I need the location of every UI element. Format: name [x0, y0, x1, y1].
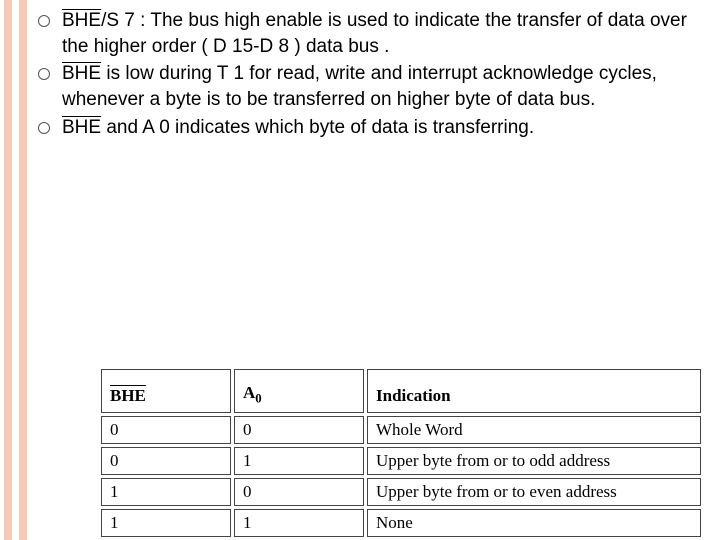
- table-row: 1 0 Upper byte from or to even address: [101, 478, 701, 506]
- slide-content: BHE/S 7 : The bus high enable is used to…: [38, 8, 706, 142]
- decor-bar-left-2: [19, 0, 27, 540]
- header-cell-indication: Indication: [367, 369, 701, 413]
- cell: 1: [101, 509, 231, 537]
- text: is low during T 1 for read, write and in…: [62, 63, 657, 110]
- cell: 0: [234, 416, 364, 444]
- bullet-text: BHE and A 0 indicates which byte of data…: [62, 115, 706, 141]
- bullet-item: BHE/S 7 : The bus high enable is used to…: [38, 8, 706, 59]
- header-cell-bhe: BHE: [101, 369, 231, 413]
- table-row: 0 0 Whole Word: [101, 416, 701, 444]
- header-sub: 0: [255, 391, 261, 405]
- cell: 0: [101, 416, 231, 444]
- header-cell-a0: A0: [234, 369, 364, 413]
- table-row: 1 1 None: [101, 509, 701, 537]
- bullet-text: BHE/S 7 : The bus high enable is used to…: [62, 8, 706, 59]
- bullet-marker-icon: [38, 68, 50, 80]
- table-row: 0 1 Upper byte from or to odd address: [101, 447, 701, 475]
- cell: 1: [234, 447, 364, 475]
- table: BHE A0 Indication 0 0 Whole Word 0 1 Upp…: [98, 366, 704, 540]
- cell: 1: [101, 478, 231, 506]
- overline-text: BHE: [62, 10, 101, 31]
- overline-text: BHE: [62, 117, 101, 138]
- bullet-marker-icon: [38, 122, 50, 134]
- header-text: BHE: [110, 386, 146, 405]
- header-text: A: [243, 383, 255, 402]
- header-text: Indication: [376, 386, 451, 405]
- cell: Upper byte from or to odd address: [367, 447, 701, 475]
- cell: 0: [234, 478, 364, 506]
- text: /S 7 : The bus high enable is used to in…: [62, 10, 687, 57]
- text: and A 0 indicates which byte of data is …: [101, 117, 534, 138]
- bullet-text: BHE is low during T 1 for read, write an…: [62, 61, 706, 112]
- indication-table: BHE A0 Indication 0 0 Whole Word 0 1 Upp…: [98, 366, 704, 540]
- overline-text: BHE: [62, 63, 101, 84]
- decor-bar-left-1: [4, 0, 12, 540]
- cell: 1: [234, 509, 364, 537]
- cell: Upper byte from or to even address: [367, 478, 701, 506]
- bullet-item: BHE and A 0 indicates which byte of data…: [38, 115, 706, 141]
- cell: 0: [101, 447, 231, 475]
- cell: Whole Word: [367, 416, 701, 444]
- cell: None: [367, 509, 701, 537]
- bullet-item: BHE is low during T 1 for read, write an…: [38, 61, 706, 112]
- table-header-row: BHE A0 Indication: [101, 369, 701, 413]
- bullet-marker-icon: [38, 15, 50, 27]
